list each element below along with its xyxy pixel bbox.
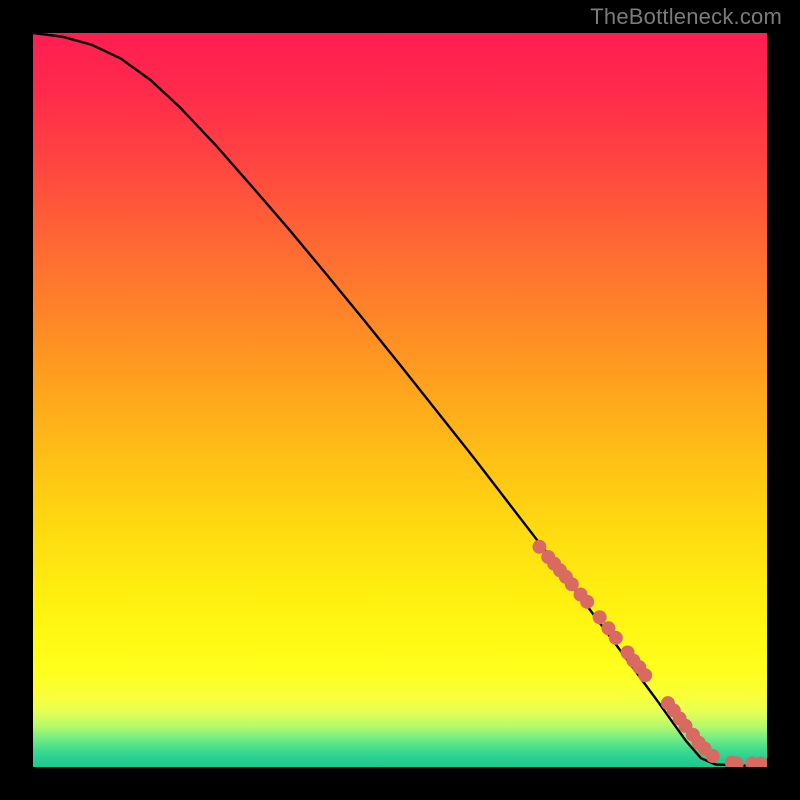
- watermark-text: TheBottleneck.com: [590, 4, 782, 30]
- scatter-point: [638, 668, 652, 682]
- chart-plot: [33, 33, 767, 767]
- scatter-point: [593, 610, 607, 624]
- chart-background: [33, 33, 767, 767]
- chart-stage: TheBottleneck.com: [0, 0, 800, 800]
- scatter-point: [580, 595, 594, 609]
- scatter-point: [706, 749, 720, 763]
- scatter-point: [609, 631, 623, 645]
